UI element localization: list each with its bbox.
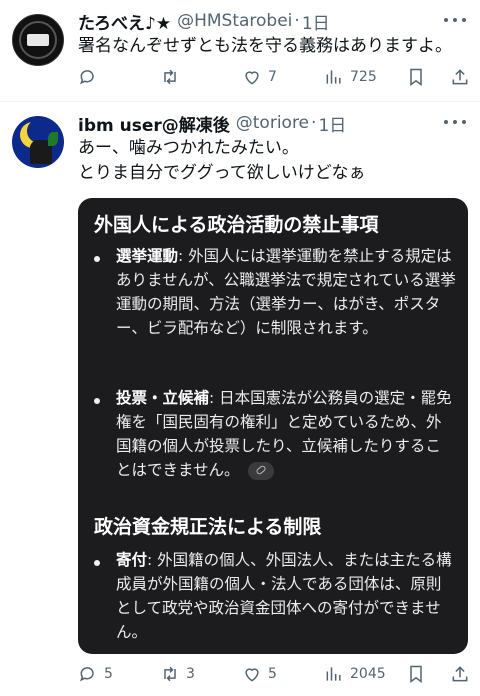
timestamp[interactable]: 1日: [318, 111, 346, 136]
retweet-button[interactable]: 3: [160, 662, 195, 686]
reply-icon: [80, 667, 94, 682]
display-name[interactable]: たろべえ♪★: [78, 9, 171, 34]
avatar[interactable]: [12, 14, 64, 66]
card-heading: 政治資金規正法による制限: [94, 516, 322, 538]
reply-icon: [80, 70, 94, 85]
post[interactable]: たろべえ♪★ @HMStarobei · 1日 署名なんぞせずとも法を守る義務は…: [0, 0, 480, 100]
avatar[interactable]: [12, 116, 64, 168]
user-handle[interactable]: @HMStarobei: [177, 11, 292, 31]
views-icon: [326, 70, 341, 84]
reply-button[interactable]: [78, 65, 104, 89]
views-button[interactable]: 2045: [324, 662, 386, 686]
bullet: [94, 560, 100, 566]
share-button[interactable]: [450, 662, 470, 686]
bullet: [94, 398, 100, 404]
more-icon[interactable]: [444, 10, 466, 30]
card-item: 寄付: 外国籍の個人、外国法人、または主たる構成員が外国籍の個人・法人である団体…: [116, 551, 452, 641]
like-icon: [245, 668, 259, 682]
card-item: 選挙運動: 外国人には選挙運動を禁止する規定はありませんが、公職選挙法で規定され…: [116, 247, 456, 337]
post-text-line: あー、噛みつかれたみたい。: [78, 138, 299, 158]
action-bar: 5 3 5 2045: [78, 662, 468, 686]
card-item: 投票・立候補: 日本国憲法が公務員の選定・罷免権を「国民固有の権利」と定めている…: [116, 389, 452, 480]
screenshot-card[interactable]: 外国人による政治活動の禁止事項 選挙運動: 外国人には選挙運動を禁止する規定はあ…: [78, 198, 468, 654]
card-heading: 外国人による政治活動の禁止事項: [94, 214, 379, 236]
views-button[interactable]: 725: [324, 65, 377, 89]
share-button[interactable]: [450, 65, 470, 89]
link-icon[interactable]: [247, 461, 274, 480]
share-icon: [452, 69, 468, 85]
post-text: 署名なんぞせずとも法を守る義務はありますよ。: [78, 36, 452, 56]
more-icon[interactable]: [444, 112, 466, 132]
action-bar: 7 725: [78, 65, 468, 89]
post-header: ibm user@解凍後 @toriore · 1日: [78, 110, 346, 136]
bullet: [94, 256, 100, 262]
reply-button[interactable]: 5: [78, 662, 113, 686]
retweet-icon: [164, 69, 176, 85]
share-icon: [452, 666, 468, 682]
post-text-line: とりま自分でググって欲しいけどなぁ: [78, 163, 366, 183]
post-header: たろべえ♪★ @HMStarobei · 1日: [78, 8, 330, 34]
bookmark-button[interactable]: [406, 65, 426, 89]
like-icon: [245, 71, 259, 85]
retweet-button[interactable]: [160, 65, 186, 89]
bookmark-icon: [410, 665, 422, 683]
bookmark-icon: [410, 68, 422, 86]
like-button[interactable]: 7: [242, 65, 277, 89]
post[interactable]: ibm user@解凍後 @toriore · 1日 あー、噛みつかれたみたい。…: [0, 102, 480, 696]
retweet-icon: [164, 666, 176, 682]
like-button[interactable]: 5: [242, 662, 277, 686]
timestamp[interactable]: 1日: [302, 9, 330, 34]
views-icon: [326, 667, 341, 681]
user-handle[interactable]: @toriore: [236, 113, 309, 133]
display-name[interactable]: ibm user@解凍後: [78, 111, 230, 136]
bookmark-button[interactable]: [406, 662, 426, 686]
